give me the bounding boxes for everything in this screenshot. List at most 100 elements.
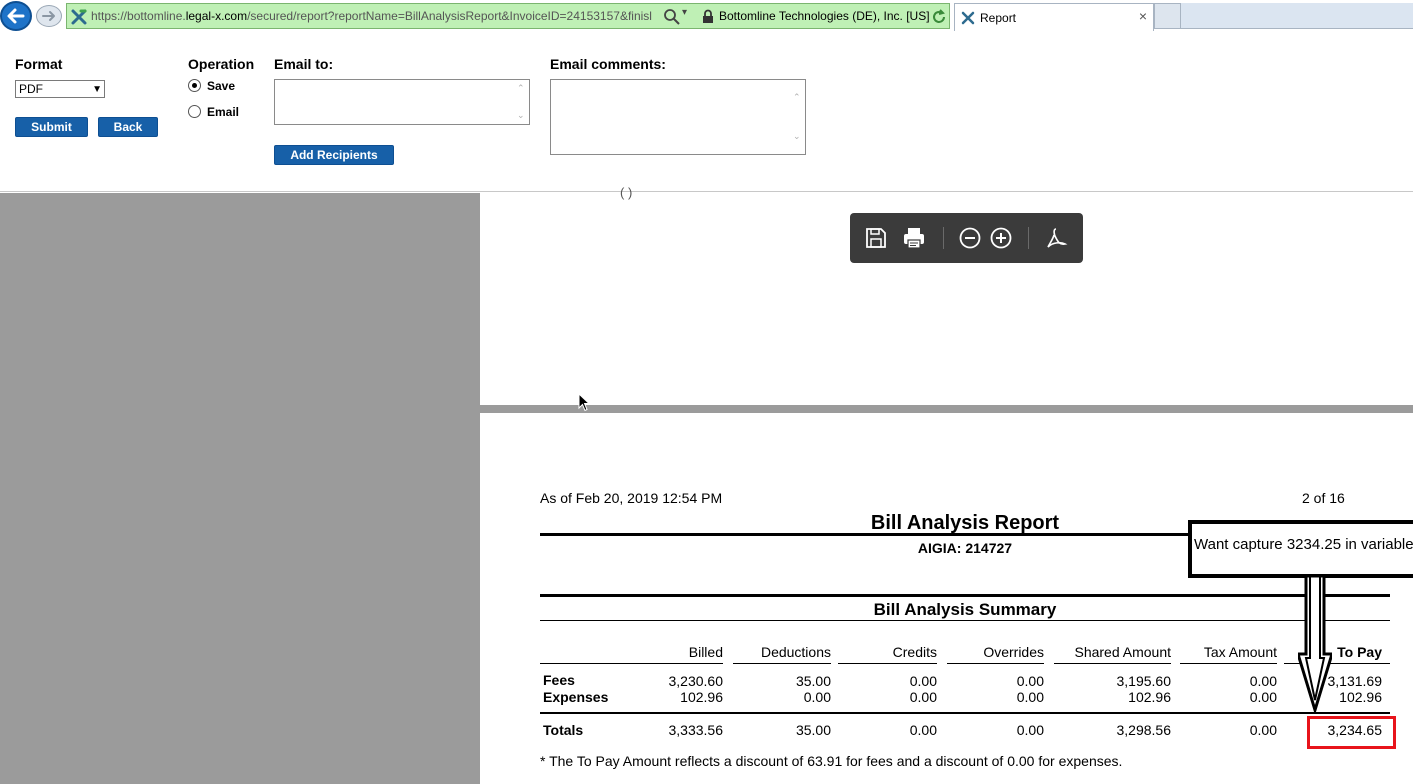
table-cell: 0.00 [1016,689,1044,705]
tab-favicon-icon [961,11,975,25]
search-icon[interactable] [663,8,681,26]
table-cell: 0.00 [909,673,937,689]
col-header-tax-amount: Tax Amount [1203,644,1277,660]
row-label-totals: Totals [543,722,584,738]
header-underline [1180,663,1277,664]
back-nav-button[interactable] [0,1,32,31]
report-timestamp: As of Feb 20, 2019 12:54 PM [540,490,723,506]
tab-title: Report [980,11,1017,25]
table-cell: 35.00 [795,673,831,689]
summary-rule-bottom [540,620,1390,621]
new-tab-button[interactable] [1154,3,1181,29]
format-select[interactable]: PDF ▼ [15,80,105,98]
url-domain: legal-x.com [185,9,248,23]
save-icon[interactable] [864,226,888,250]
pdf-page-2: As of Feb 20, 2019 12:54 PM 2 of 16 Bill… [480,413,1413,784]
address-bar[interactable]: https://bottomline.legal-x.com/secured/r… [66,3,950,29]
toolbar-divider [943,227,944,249]
table-cell: 102.96 [1128,689,1171,705]
page-text-fragment: ( ) [620,185,633,200]
radio-save-label: Save [207,79,236,93]
tab-strip-empty [1181,3,1413,29]
radio-email[interactable] [188,105,201,118]
totals-cell: 0.00 [909,722,937,738]
email-to-label: Email to: [274,56,334,72]
report-options-panel: Format PDF ▼ Submit Back Operation Save … [0,32,1413,192]
totals-rule [540,712,1390,714]
table-cell: 3,230.60 [668,673,724,689]
email-to-field[interactable]: ⌃ ⌄ [274,79,530,125]
table-cell: 0.00 [1016,673,1044,689]
refresh-icon[interactable] [931,8,947,26]
url-text[interactable]: https://bottomline.legal-x.com/secured/r… [91,9,661,23]
scrollbar[interactable]: ⌃ ⌄ [791,80,805,154]
dropdown-caret-icon[interactable]: ▾ [682,7,687,18]
header-underline [733,663,831,664]
page-separator [480,405,1413,413]
browser-chrome: https://bottomline.legal-x.com/secured/r… [0,0,1413,32]
format-value: PDF [19,82,43,96]
table-cell: 0.00 [909,689,937,705]
site-identity[interactable]: Bottomline Technologies (DE), Inc. [US] [719,9,930,23]
toolbar-divider [1028,227,1029,249]
acrobat-icon[interactable] [1044,226,1068,250]
scroll-down-icon[interactable]: ⌄ [517,110,525,121]
header-underline [540,663,723,664]
lock-icon[interactable] [701,9,715,24]
discount-footnote: * The To Pay Amount reflects a discount … [540,753,1123,769]
table-cell: 0.00 [803,689,831,705]
zoom-in-icon[interactable] [989,226,1013,250]
url-path: /secured/report?reportName=BillAnalysisR… [247,9,652,23]
totals-cell: 0.00 [1016,722,1044,738]
col-header-credits: Credits [892,644,937,660]
header-underline [1054,663,1171,664]
add-recipients-button[interactable]: Add Recipients [274,145,394,165]
page-indicator: 2 of 16 [1302,490,1345,506]
zoom-out-icon[interactable] [958,226,982,250]
format-label: Format [15,56,63,72]
summary-rule-top [540,594,1390,597]
scroll-down-icon[interactable]: ⌄ [793,131,801,142]
col-header-overrides: Overrides [983,644,1044,660]
highlight-box [1307,716,1396,749]
annotation-callout: Want capture 3234.25 in variable [1188,520,1413,578]
col-header-shared-amount: Shared Amount [1074,644,1171,660]
pdf-toolbar [850,213,1083,263]
annotation-arrow-icon [1298,576,1332,712]
totals-cell: 35.00 [795,722,831,738]
tab-report[interactable]: Report × [954,3,1154,31]
totals-cell: 3,298.56 [1116,722,1172,738]
print-icon[interactable] [902,226,926,250]
radio-save[interactable] [188,79,201,92]
email-comments-field[interactable]: ⌃ ⌄ [550,79,806,155]
chevron-down-icon: ▼ [92,84,102,95]
header-underline [838,663,937,664]
table-cell: 102.96 [680,689,723,705]
url-prefix: https://bottomline. [91,9,186,23]
col-header-deductions: Deductions [760,644,831,660]
radio-email-label: Email [207,105,240,119]
scrollbar[interactable]: ⌃ ⌄ [515,80,529,124]
arrow-left-icon [7,8,25,24]
header-underline [947,663,1044,664]
mouse-cursor-icon [578,393,590,412]
row-label-fees: Fees [543,672,575,688]
scroll-up-icon[interactable]: ⌃ [517,83,525,94]
annotation-text: Want capture 3234.25 in variable [1194,536,1413,553]
submit-button[interactable]: Submit [15,117,88,137]
forward-nav-button[interactable] [36,5,62,27]
col-header-billed: Billed [688,644,723,660]
totals-cell: 0.00 [1249,722,1277,738]
totals-cell: 3,333.56 [668,722,724,738]
back-button[interactable]: Back [98,117,158,137]
arrow-right-icon [42,11,55,21]
site-favicon-icon [71,9,87,25]
summary-title: Bill Analysis Summary [873,600,1057,619]
scroll-up-icon[interactable]: ⌃ [793,92,801,103]
close-icon[interactable]: × [1139,8,1147,24]
operation-label: Operation [188,56,255,72]
email-comments-label: Email comments: [550,56,666,72]
table-cell: 3,195.60 [1116,673,1172,689]
row-label-expenses: Expenses [543,689,609,705]
table-cell: 0.00 [1249,689,1277,705]
